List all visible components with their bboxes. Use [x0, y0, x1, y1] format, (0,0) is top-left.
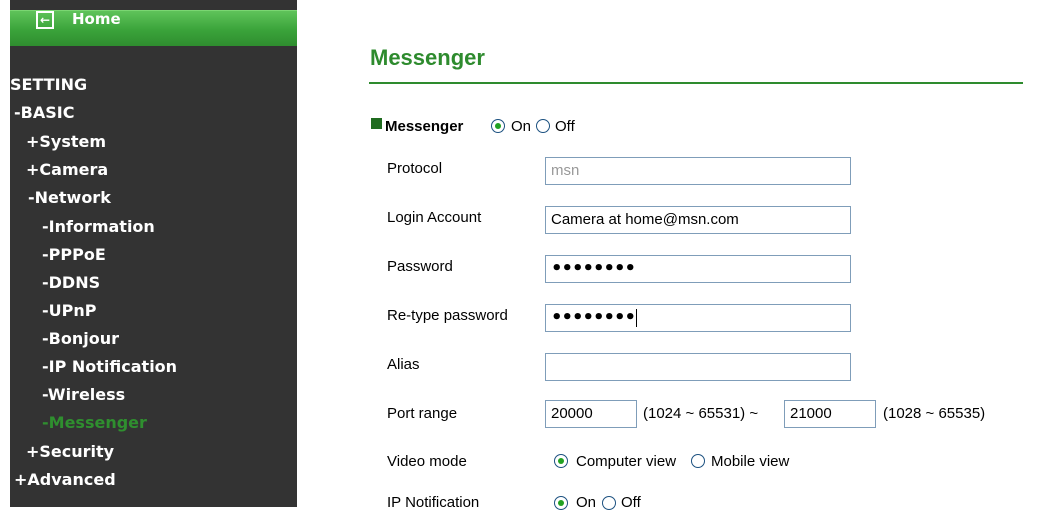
- sidebar-item-network[interactable]: -Network: [28, 189, 111, 207]
- alias-label: Alias: [387, 356, 420, 373]
- main-panel: Messenger Messenger On Off Protocol msn …: [297, 0, 1053, 511]
- messenger-on-radio[interactable]: [491, 119, 505, 133]
- sidebar-item-pppoe[interactable]: -PPPoE: [42, 246, 106, 264]
- port-to-input[interactable]: 21000: [784, 400, 876, 428]
- home-label: Home: [72, 10, 121, 28]
- sidebar-item-wireless[interactable]: -Wireless: [42, 386, 125, 404]
- ip-notification-on-radio[interactable]: [554, 496, 568, 510]
- ip-notification-on-label: On: [576, 494, 597, 511]
- page-title: Messenger: [370, 45, 485, 70]
- port-from-range-text: (1024 ~ 65531) ~: [643, 405, 759, 422]
- ip-notification-off-label: Off: [621, 494, 641, 511]
- alias-input[interactable]: [545, 353, 851, 381]
- sidebar-item-bonjour[interactable]: -Bonjour: [42, 330, 119, 348]
- sidebar-item-camera[interactable]: +Camera: [26, 161, 108, 179]
- back-arrow-icon: ←: [36, 11, 54, 29]
- section-marker-icon: [371, 118, 382, 129]
- protocol-field: msn: [545, 157, 851, 185]
- sidebar: ← Home SETTING -BASIC +System +Camera -N…: [0, 0, 297, 507]
- retype-password-label: Re-type password: [387, 307, 508, 324]
- port-range-label: Port range: [387, 405, 458, 422]
- ip-notification-label: IP Notification: [387, 494, 480, 511]
- title-divider: [369, 82, 1023, 84]
- port-from-input[interactable]: 20000: [545, 400, 637, 428]
- protocol-label: Protocol: [387, 160, 443, 177]
- sidebar-item-ddns[interactable]: -DDNS: [42, 274, 100, 292]
- port-to-range-text: (1028 ~ 65535): [883, 405, 986, 422]
- password-input[interactable]: ••••••••: [545, 255, 851, 283]
- sidebar-item-advanced[interactable]: +Advanced: [14, 471, 116, 489]
- messenger-off-radio[interactable]: [536, 119, 550, 133]
- sidebar-item-system[interactable]: +System: [26, 133, 106, 151]
- sidebar-item-messenger[interactable]: -Messenger: [42, 414, 147, 432]
- login-account-label: Login Account: [387, 209, 482, 226]
- computer-view-radio[interactable]: [554, 454, 568, 468]
- sidebar-heading-setting: SETTING: [10, 75, 88, 94]
- sidebar-item-upnp[interactable]: -UPnP: [42, 302, 96, 320]
- ip-notification-off-radio[interactable]: [602, 496, 616, 510]
- sidebar-item-security[interactable]: +Security: [26, 443, 114, 461]
- sidebar-item-ip-notification[interactable]: -IP Notification: [42, 358, 177, 376]
- computer-view-label: Computer view: [576, 453, 677, 470]
- login-account-input[interactable]: Camera at home@msn.com: [545, 206, 851, 234]
- password-label: Password: [387, 258, 453, 275]
- text-caret: [636, 309, 638, 327]
- retype-password-input[interactable]: ••••••••: [545, 304, 851, 332]
- messenger-label: Messenger: [385, 118, 464, 135]
- mobile-view-radio[interactable]: [691, 454, 705, 468]
- messenger-off-label: Off: [555, 118, 575, 135]
- mobile-view-label: Mobile view: [711, 453, 790, 470]
- sidebar-item-basic[interactable]: -BASIC: [14, 104, 74, 122]
- video-mode-label: Video mode: [387, 453, 467, 470]
- messenger-on-label: On: [511, 118, 532, 135]
- home-button[interactable]: ← Home: [10, 10, 297, 46]
- sidebar-item-information[interactable]: -Information: [42, 218, 155, 236]
